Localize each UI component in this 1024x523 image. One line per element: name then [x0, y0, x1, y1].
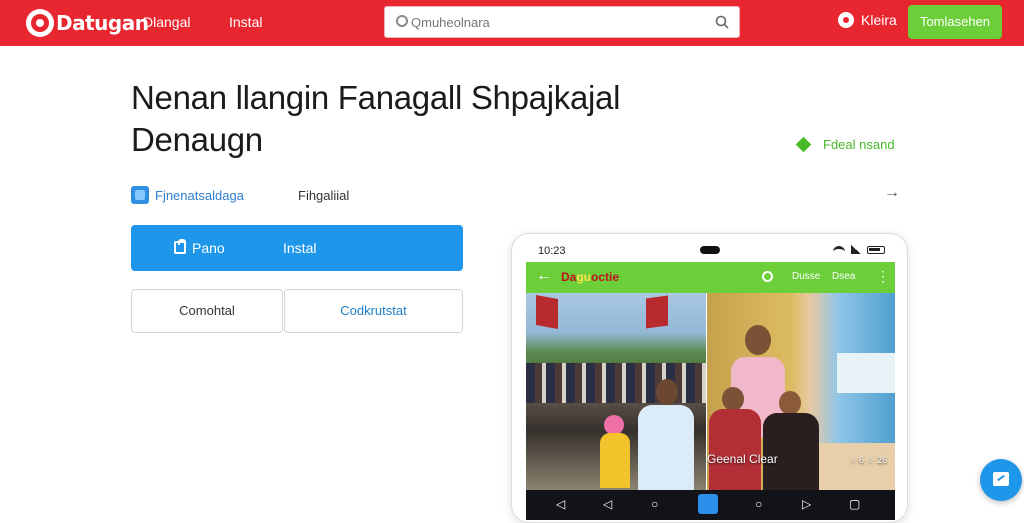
phone-mockup: 10:23 ← Daguoctie Dusse Dsea ⋮ Geenal Cl…: [511, 233, 908, 523]
sand-shape: [817, 443, 895, 490]
nav-link-dlangal[interactable]: Dlangal: [143, 14, 190, 30]
secondary-button-2[interactable]: Codkrutstat: [284, 289, 463, 333]
nav-active-icon[interactable]: [698, 494, 718, 514]
nav-recents-icon[interactable]: ▢: [849, 497, 860, 511]
install-left-label: Pano: [192, 240, 225, 256]
crowd-shape: [526, 363, 706, 403]
wave-shape: [837, 353, 895, 393]
photo-caption: Geenal Clear: [707, 452, 778, 466]
nav-forward-icon[interactable]: ▷: [802, 497, 811, 511]
app-tab-2[interactable]: Dsea: [832, 271, 855, 282]
person-head: [779, 391, 801, 415]
nav-back-icon[interactable]: ◁: [603, 497, 612, 511]
flag-shape: [536, 295, 558, 329]
app-search-icon[interactable]: [762, 271, 773, 282]
photo-rating: ○ 6 ☆ 26: [850, 455, 887, 465]
phone-nav-bar: ◁ ◁ ○ ○ ▷ ▢: [526, 490, 895, 520]
top-bar: Datugan Dlangal Instal Qmuheolnara Kleir…: [0, 0, 1024, 46]
arrow-right-icon[interactable]: →: [884, 184, 900, 202]
chat-fab-button[interactable]: [980, 459, 1022, 501]
user-icon: [838, 12, 854, 28]
battery-icon: [867, 245, 885, 254]
bag-icon: [174, 239, 186, 254]
search-placeholder: Qmuheolnara: [411, 15, 490, 30]
secondary-button-1[interactable]: Comohtal: [131, 289, 283, 333]
search-icon[interactable]: [715, 15, 729, 29]
person-shape: [638, 405, 694, 490]
nav-link-instal[interactable]: Instal: [229, 14, 262, 30]
wifi-icon: [833, 245, 845, 254]
meta-label: Fihgaliial: [298, 188, 350, 203]
badge-label: Fdeal nsand: [823, 137, 895, 152]
user-menu[interactable]: Kleira: [838, 12, 897, 28]
search-input[interactable]: Qmuheolnara: [384, 6, 740, 38]
status-badge: Fdeal nsand: [795, 136, 895, 153]
nav-home-icon[interactable]: ○: [755, 497, 762, 511]
logo-icon: [26, 9, 54, 37]
signal-icon: [851, 245, 861, 254]
search-lead-icon: [396, 15, 408, 27]
page-title: Nenan llangin Fanagall Shpajkajal Denaug…: [131, 79, 621, 158]
logo[interactable]: Datugan: [26, 8, 149, 38]
person-shape: [709, 409, 761, 490]
person-shape: [600, 433, 630, 488]
person-head: [604, 415, 624, 435]
flag-shape: [646, 295, 668, 329]
more-icon[interactable]: ⋮: [876, 268, 890, 285]
person-head: [656, 379, 678, 405]
logo-text: Datugan: [56, 11, 149, 35]
app-bar: ← Daguoctie Dusse Dsea ⋮: [526, 262, 895, 293]
phone-status-icons: [833, 245, 885, 254]
signup-button[interactable]: Tomlasehen: [908, 5, 1002, 39]
publisher-icon: [131, 186, 149, 204]
app-tab-1[interactable]: Dusse: [792, 271, 820, 282]
person-head: [745, 325, 771, 355]
publisher-link[interactable]: Fjnenatsaldaga: [131, 186, 244, 204]
edit-icon: [993, 472, 1009, 486]
user-label: Kleira: [861, 12, 897, 28]
nav-back-icon[interactable]: ◁: [556, 497, 565, 511]
phone-notch: [700, 246, 720, 254]
nav-home-icon[interactable]: ○: [651, 497, 658, 511]
publisher-label: Fjnenatsaldaga: [155, 187, 244, 203]
install-label: Instal: [283, 240, 317, 256]
install-button[interactable]: Pano Instal: [131, 225, 463, 271]
screenshot-photo-festival[interactable]: [526, 293, 706, 490]
back-arrow-icon[interactable]: ←: [536, 267, 552, 285]
phone-time: 10:23: [538, 245, 566, 257]
screenshot-photo-beach[interactable]: Geenal Clear ○ 6 ☆ 26: [707, 293, 895, 490]
person-head: [722, 387, 744, 411]
diamond-icon: [795, 136, 812, 153]
app-title: Daguoctie: [561, 270, 620, 284]
